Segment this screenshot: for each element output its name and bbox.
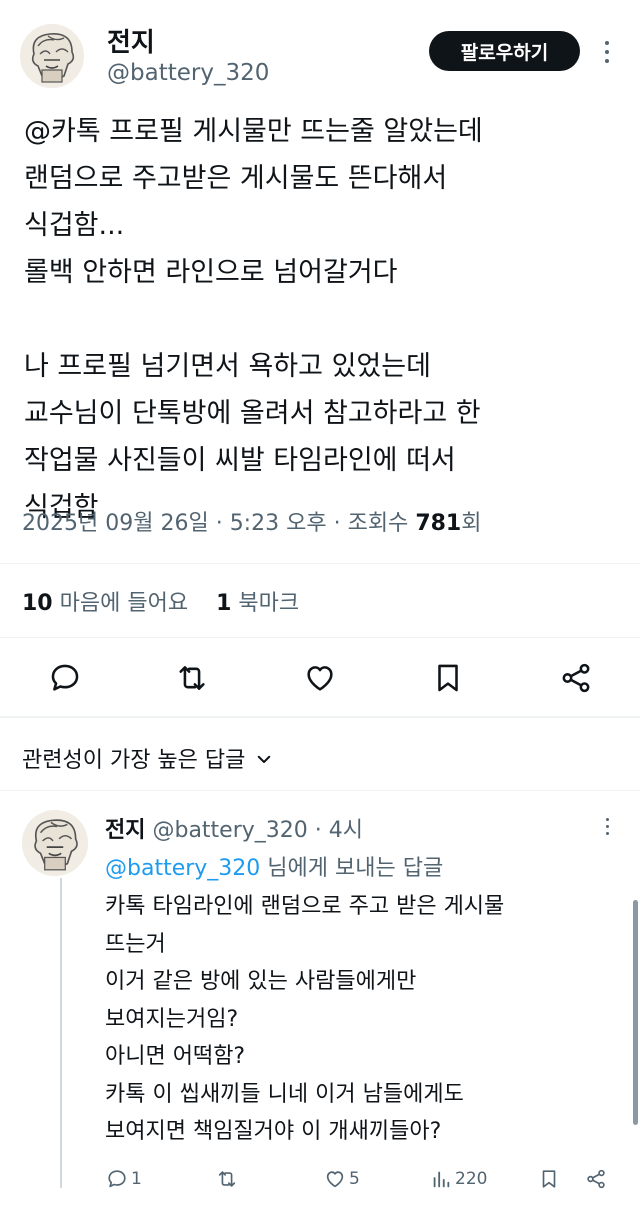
views-unit: 회 — [461, 511, 482, 536]
divider — [0, 637, 640, 638]
post-time[interactable]: 5:23 오후 — [230, 511, 327, 536]
reply-header: 전지 @battery_320 · 4시 — [105, 818, 364, 843]
reply-avatar[interactable] — [22, 810, 88, 876]
likes-count[interactable]: 10 — [22, 591, 53, 616]
views-count: 781 — [415, 511, 462, 536]
reply-count: 1 — [131, 1169, 142, 1189]
post-line: @카톡 프로필 게시물만 뜨는줄 알았는데 — [24, 116, 483, 147]
avatar-drawing — [22, 810, 88, 876]
engagement-stats: 10 마음에 들어요 1 북마크 — [22, 585, 299, 617]
thread-line — [60, 878, 62, 1188]
reply-line: 카톡 이 씹새끼들 니네 이거 남들에게도 — [105, 1081, 464, 1107]
like-icon — [324, 1168, 346, 1190]
reply-retweet-button[interactable] — [216, 1168, 238, 1190]
divider — [0, 563, 640, 564]
reply-more-options-icon[interactable] — [604, 818, 610, 839]
reply-line: 아니면 어떡함? — [105, 1044, 246, 1069]
view-count: 220 — [455, 1169, 488, 1189]
post-line: 교수님이 단톡방에 올려서 참고하라고 한 — [24, 398, 481, 429]
reply-icon[interactable] — [48, 661, 82, 695]
reply-bookmark-button[interactable] — [538, 1168, 560, 1190]
reply-like-button[interactable]: 5 — [324, 1168, 360, 1190]
reply-line: 보여지면 책임질거야 이 개새끼들아? — [105, 1119, 442, 1144]
post-body: @카톡 프로필 게시물만 뜨는줄 알았는데 랜덤으로 주고받은 게시물도 뜬다해… — [24, 108, 624, 531]
post-line: 식겁함... — [24, 210, 125, 241]
likes-label[interactable]: 마음에 들어요 — [60, 591, 188, 616]
sort-label: 관련성이 가장 높은 답글 — [22, 748, 246, 773]
follow-button[interactable]: 팔로우하기 — [429, 31, 580, 71]
reply-line: 보여지는거임? — [105, 1006, 239, 1032]
divider — [0, 716, 640, 718]
share-icon — [585, 1168, 607, 1190]
reply-line: 이거 같은 방에 있는 사람들에게만 — [105, 969, 417, 994]
bookmarks-label[interactable]: 북마크 — [238, 591, 299, 616]
reply-author-handle[interactable]: @battery_320 — [152, 818, 307, 843]
bookmarks-count[interactable]: 1 — [216, 591, 231, 616]
avatar[interactable] — [20, 24, 84, 88]
scrollbar[interactable] — [633, 900, 638, 1125]
divider — [0, 790, 640, 791]
replying-to-handle[interactable]: @battery_320 — [105, 856, 260, 881]
post-line — [24, 296, 624, 343]
bookmark-icon[interactable] — [431, 661, 465, 695]
retweet-icon — [216, 1168, 238, 1190]
post-meta: 2025년 09월 26일 · 5:23 오후 · 조회수 781회 — [22, 511, 482, 536]
reply-line: 뜨는거 — [105, 931, 166, 957]
like-count: 5 — [349, 1169, 360, 1189]
reply-sort-dropdown[interactable]: 관련성이 가장 높은 답글 — [22, 742, 273, 774]
author-handle[interactable]: @battery_320 — [107, 60, 269, 86]
more-options-icon[interactable] — [604, 41, 610, 68]
like-icon[interactable] — [303, 661, 337, 695]
chevron-down-icon — [255, 749, 273, 767]
share-icon[interactable] — [559, 661, 593, 695]
post-date[interactable]: 2025년 09월 26일 — [22, 511, 209, 536]
analytics-icon — [430, 1168, 452, 1190]
post-line: 롤백 안하면 라인으로 넘어갈거다 — [24, 257, 398, 288]
views-label: 조회수 — [347, 511, 409, 536]
post-line: 나 프로필 넘기면서 욕하고 있었는데 — [24, 351, 431, 382]
reply-body: 카톡 타임라인에 랜덤으로 주고 받은 게시물 뜨는거 이거 같은 방에 있는 … — [105, 888, 625, 1151]
reply-reply-button[interactable]: 1 — [106, 1168, 142, 1190]
post-line: 랜덤으로 주고받은 게시물도 뜬다해서 — [24, 163, 448, 194]
retweet-icon[interactable] — [175, 661, 209, 695]
bookmark-icon — [538, 1168, 560, 1190]
reply-share-button[interactable] — [585, 1168, 607, 1190]
reply-time[interactable]: 4시 — [329, 818, 363, 843]
reply-views-button[interactable]: 220 — [430, 1168, 487, 1190]
reply-line: 카톡 타임라인에 랜덤으로 주고 받은 게시물 — [105, 894, 505, 919]
reply-author-name[interactable]: 전지 — [105, 818, 145, 843]
replying-to-suffix: 님에게 보내는 답글 — [267, 856, 444, 881]
reply-icon — [106, 1168, 128, 1190]
replying-to: @battery_320 님에게 보내는 답글 — [105, 850, 443, 882]
avatar-drawing — [20, 24, 84, 88]
post-line: 작업물 사진들이 씨발 타임라인에 떠서 — [24, 445, 456, 476]
author-name[interactable]: 전지 — [107, 22, 155, 59]
